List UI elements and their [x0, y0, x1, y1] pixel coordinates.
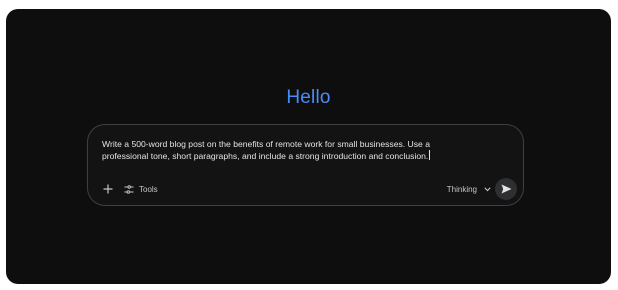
- model-mode-dropdown[interactable]: Thinking: [447, 180, 491, 198]
- app-window: Hello Write a 500-word blog post on the …: [6, 9, 611, 284]
- prompt-text: Write a 500-word blog post on the benefi…: [102, 139, 430, 161]
- send-icon: [501, 184, 511, 194]
- tools-label: Tools: [139, 184, 158, 194]
- text-caret: [429, 150, 431, 160]
- tools-button[interactable]: Tools: [124, 180, 158, 198]
- greeting-title: Hello: [286, 87, 331, 108]
- prompt-input-field[interactable]: Write a 500-word blog post on the benefi…: [102, 138, 512, 162]
- chevron-down-icon: [484, 185, 491, 194]
- send-button[interactable]: [495, 178, 517, 200]
- add-button[interactable]: [99, 180, 117, 198]
- prompt-input-box[interactable]: Write a 500-word blog post on the benefi…: [87, 124, 524, 206]
- model-mode-label: Thinking: [446, 184, 477, 194]
- tune-icon: [124, 184, 134, 194]
- prompt-toolbar: Tools Thinking: [88, 178, 523, 200]
- plus-icon: [103, 184, 113, 194]
